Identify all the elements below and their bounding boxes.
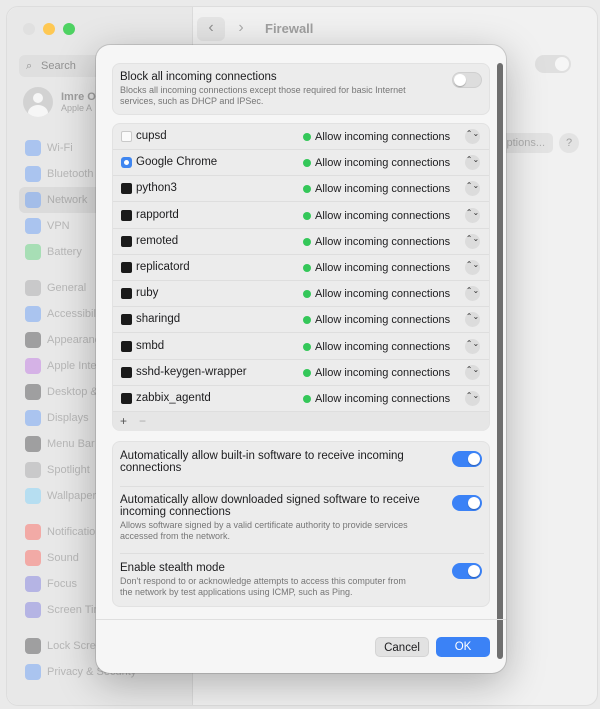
status-popup-chevron-icon[interactable]: ⌃⌄	[465, 286, 480, 302]
status-dot-icon	[303, 395, 311, 403]
app-row[interactable]: ruby Allow incoming connections ⌃⌄	[113, 281, 489, 308]
app-row[interactable]: sharingd Allow incoming connections ⌃⌄	[113, 307, 489, 334]
app-name: zabbix_agentd	[136, 392, 211, 404]
builtin-software-toggle[interactable]	[452, 451, 482, 467]
connection-status[interactable]: Allow incoming connections	[315, 288, 450, 300]
chrome-icon	[121, 157, 132, 169]
status-dot-icon	[303, 290, 311, 299]
connection-status[interactable]: Allow incoming connections	[315, 341, 450, 353]
terminal-icon	[121, 183, 132, 195]
status-dot-icon	[303, 185, 311, 194]
connection-status[interactable]: Allow incoming connections	[315, 262, 450, 274]
terminal-icon	[121, 288, 132, 300]
terminal-icon	[121, 340, 132, 352]
app-row[interactable]: remoted Allow incoming connections ⌃⌄	[113, 229, 489, 255]
status-popup-chevron-icon[interactable]: ⌃⌄	[465, 233, 480, 249]
apps-list: zabbix_agentd Allow incoming connections ⌃…	[112, 123, 490, 431]
status-popup-chevron-icon[interactable]: ⌃⌄	[465, 155, 480, 171]
auto-allow-options-card: Automatically allow built-in software to…	[112, 441, 490, 607]
status-popup-chevron-icon[interactable]: ⌃⌄	[465, 312, 480, 328]
app-row[interactable]: python3 Allow incoming connections ⌃⌄	[113, 176, 489, 203]
status-popup-chevron-icon[interactable]: ⌃⌄	[465, 129, 480, 144]
footer-divider	[96, 619, 506, 620]
terminal-icon	[121, 209, 132, 221]
document-icon	[121, 131, 132, 142]
status-dot-icon	[303, 133, 311, 141]
app-name: Google Chrome	[136, 156, 218, 169]
status-popup-chevron-icon[interactable]: ⌃⌄	[465, 207, 480, 223]
option-stealth: Enable stealth mode Don't respond to or …	[120, 562, 420, 598]
app-row[interactable]: sshd-keygen-wrapper Allow incoming connec…	[113, 360, 489, 386]
status-dot-icon	[303, 237, 311, 246]
terminal-icon	[121, 235, 132, 247]
app-name: rapportd	[136, 208, 179, 221]
scrollbar[interactable]	[497, 63, 503, 659]
divider	[120, 553, 484, 554]
option-signed-description: Allows software signed by a valid certif…	[120, 520, 408, 541]
connection-status[interactable]: Allow incoming connections	[315, 367, 450, 379]
connection-status[interactable]: Allow incoming connections	[315, 131, 450, 143]
terminal-icon	[121, 393, 132, 404]
sheet-scroll-area[interactable]: Block all incoming connections Blocks al…	[96, 45, 506, 618]
block-all-title: Block all incoming connections	[120, 71, 277, 83]
add-app-button[interactable]: +	[120, 414, 127, 428]
terminal-icon	[121, 366, 132, 378]
signed-software-toggle[interactable]	[452, 495, 482, 511]
block-all-card: Block all incoming connections Blocks al…	[112, 63, 490, 115]
divider	[120, 486, 484, 487]
ok-button[interactable]: OK	[436, 637, 490, 657]
app-row[interactable]: Google Chrome Allow incoming connections ⌃…	[113, 150, 489, 177]
terminal-icon	[121, 262, 132, 273]
firewall-options-sheet: Block all incoming connections Blocks al…	[96, 45, 506, 673]
block-all-description: Blocks all incoming connections except t…	[120, 85, 406, 106]
status-popup-chevron-icon[interactable]: ⌃⌄	[465, 364, 480, 380]
cancel-button[interactable]: Cancel	[375, 637, 429, 657]
app-name: sharingd	[136, 313, 181, 326]
connection-status[interactable]: Allow incoming connections	[315, 210, 450, 222]
app-name: ruby	[136, 287, 159, 300]
app-name: sshd-keygen-wrapper	[136, 365, 247, 378]
app-row[interactable]: replicatord Allow incoming connections ⌃⌄	[113, 255, 489, 281]
option-signed: Automatically allow downloaded signed so…	[120, 494, 420, 542]
status-dot-icon	[303, 342, 311, 351]
stealth-mode-toggle[interactable]	[452, 563, 482, 579]
app-name: remoted	[136, 234, 179, 247]
block-all-toggle[interactable]	[452, 72, 482, 88]
status-dot-icon	[303, 316, 311, 325]
connection-status[interactable]: Allow incoming connections	[315, 157, 450, 169]
app-name: cupsd	[136, 130, 167, 142]
status-popup-chevron-icon[interactable]: ⌃⌄	[465, 338, 480, 354]
remove-app-button[interactable]: −	[139, 414, 146, 428]
status-dot-icon	[303, 159, 311, 168]
connection-status[interactable]: Allow incoming connections	[315, 183, 450, 195]
status-dot-icon	[303, 211, 311, 220]
option-builtin: Automatically allow built-in software to…	[120, 450, 420, 474]
app-row[interactable]: zabbix_agentd Allow incoming connections ⌃…	[113, 386, 489, 412]
connection-status[interactable]: Allow incoming connections	[315, 236, 450, 248]
status-dot-icon	[303, 264, 311, 272]
option-builtin-title: Automatically allow built-in software to…	[120, 450, 404, 474]
status-dot-icon	[303, 368, 311, 377]
app-row[interactable]: cupsd Allow incoming connections ⌃⌄	[113, 124, 489, 150]
option-stealth-description: Don't respond to or acknowledge attempts…	[120, 576, 406, 597]
status-popup-chevron-icon[interactable]: ⌃⌄	[465, 181, 480, 197]
app-row[interactable]: rapportd Allow incoming connections ⌃⌄	[113, 203, 489, 229]
add-remove-bar: + −	[113, 412, 489, 431]
option-stealth-title: Enable stealth mode	[120, 562, 225, 574]
app-name: smbd	[136, 339, 165, 352]
app-name: python3	[136, 182, 177, 195]
status-popup-chevron-icon[interactable]: ⌃⌄	[465, 391, 480, 406]
status-popup-chevron-icon[interactable]: ⌃⌄	[465, 260, 480, 275]
connection-status[interactable]: Allow incoming connections	[315, 393, 450, 405]
connection-status[interactable]: Allow incoming connections	[315, 314, 450, 326]
app-name: replicatord	[136, 261, 190, 273]
terminal-icon	[121, 314, 132, 326]
app-row[interactable]: smbd Allow incoming connections ⌃⌄	[113, 334, 489, 360]
option-signed-title: Automatically allow downloaded signed so…	[120, 494, 420, 518]
